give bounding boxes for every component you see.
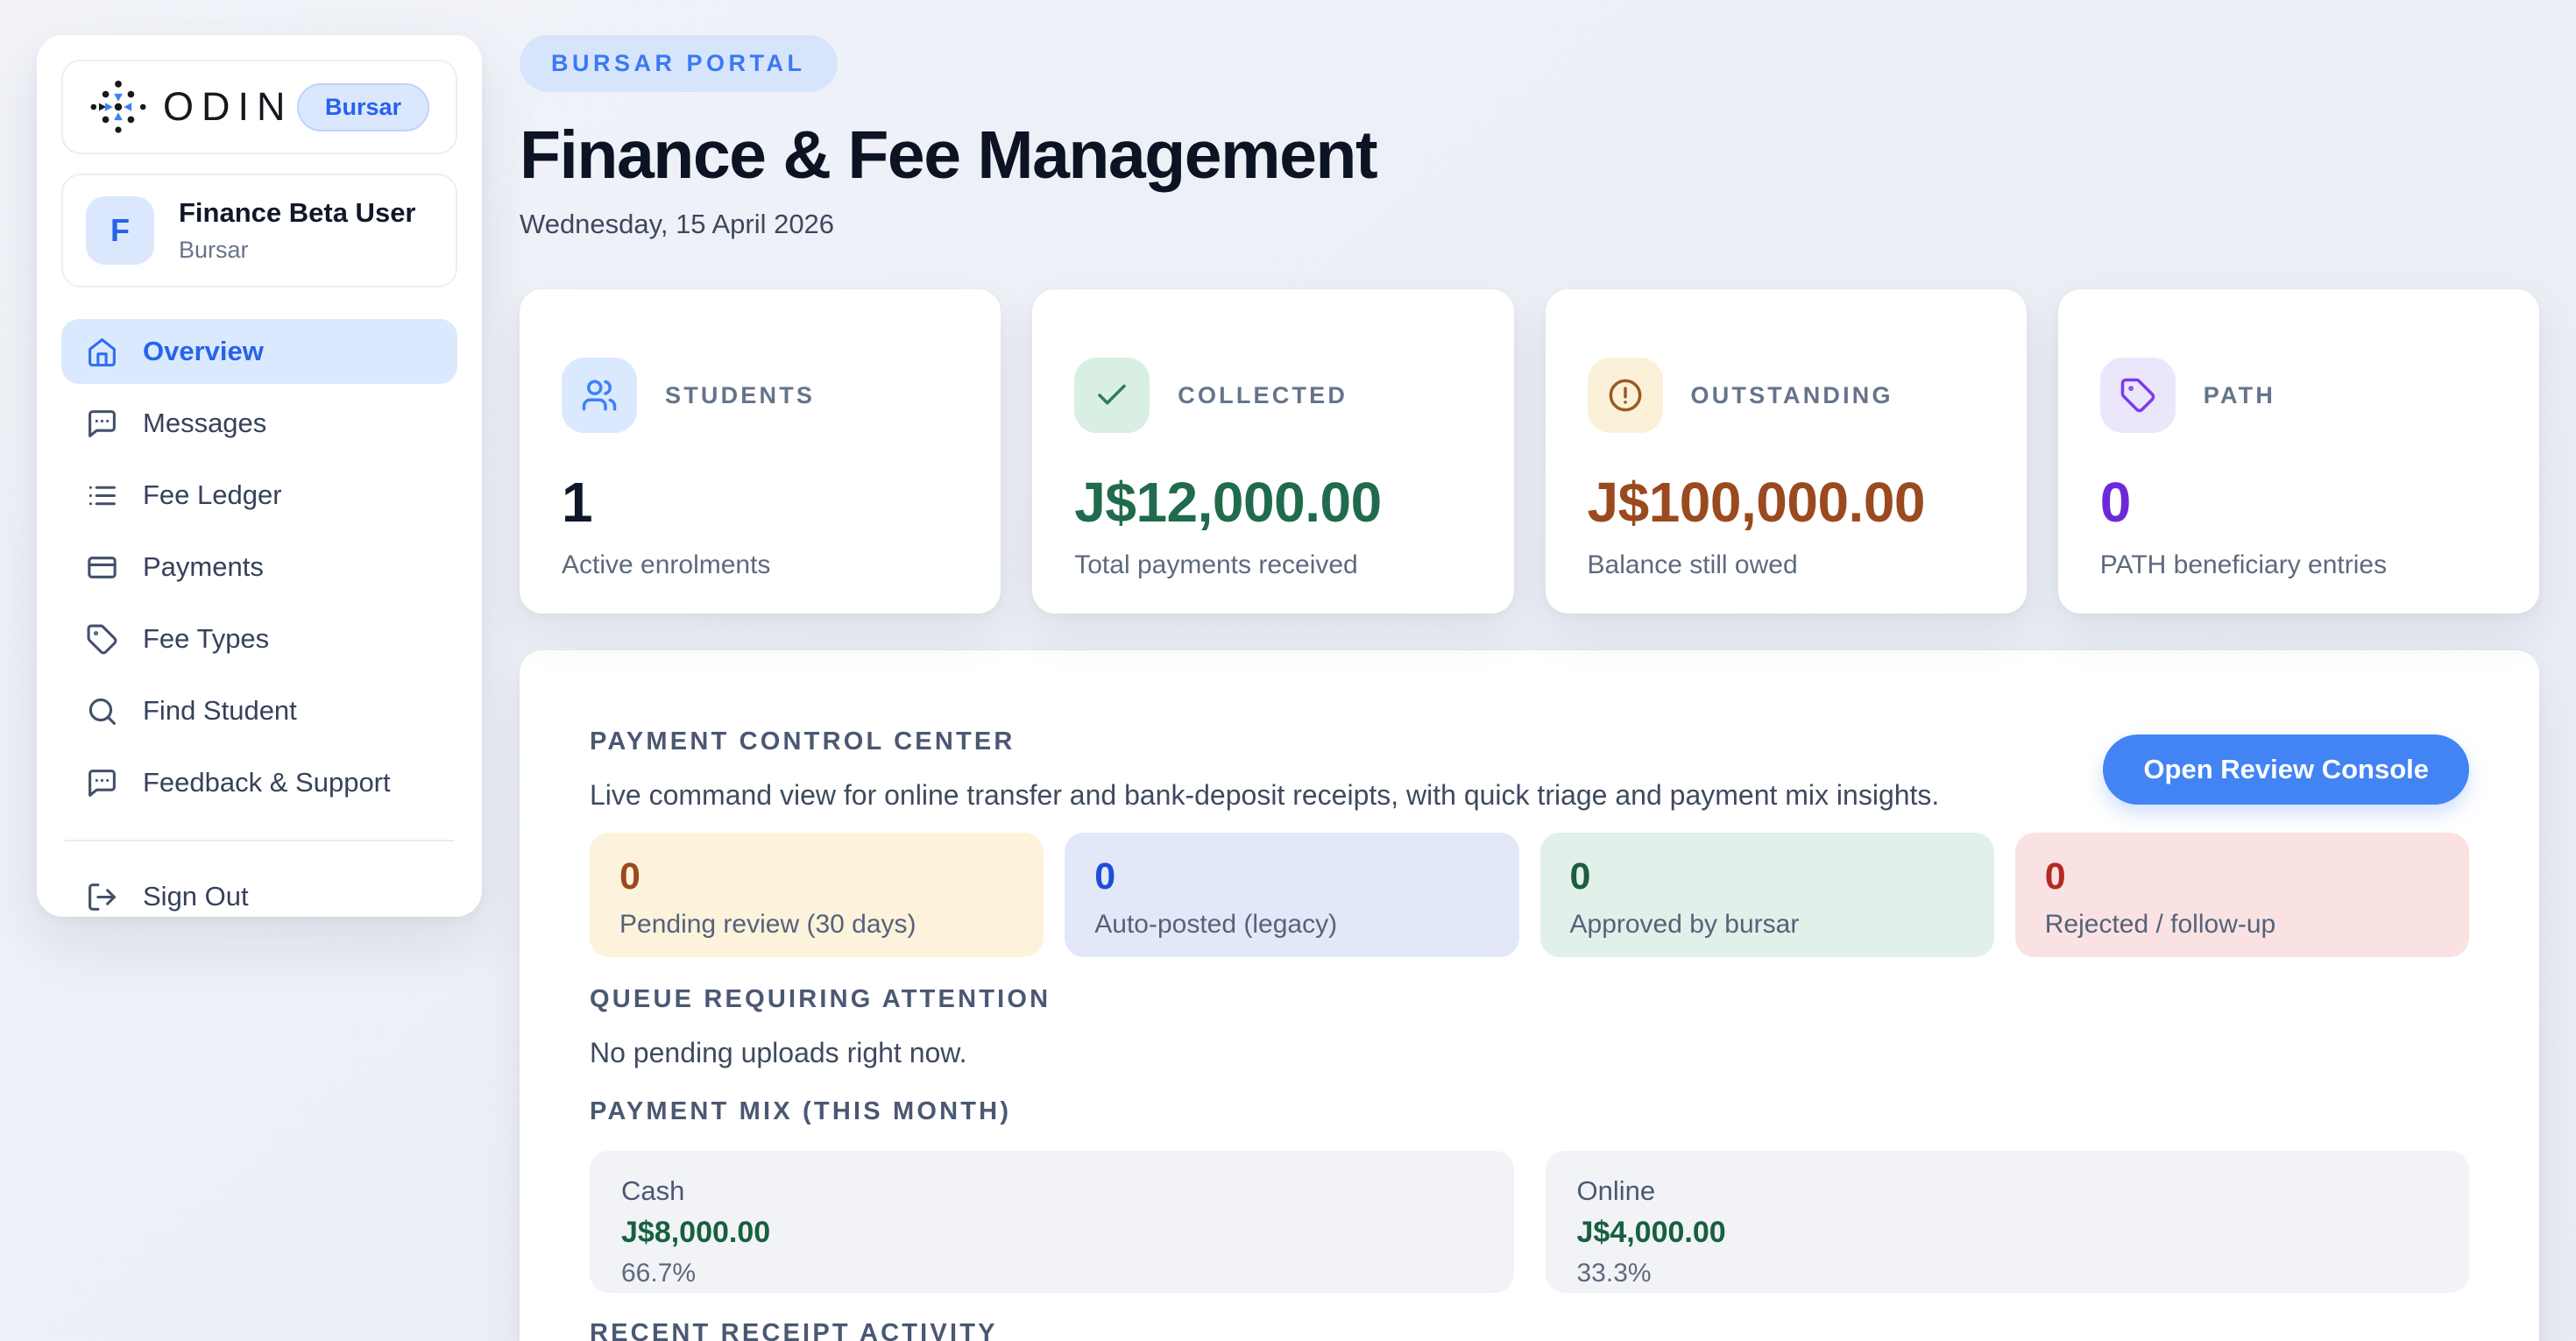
user-name: Finance Beta User [179,197,416,229]
panel-header: PAYMENT CONTROL CENTER Live command view… [590,727,2469,812]
stat-caption: Total payments received [1074,550,1471,580]
avatar: F [86,196,154,265]
stat-caption: Active enrolments [562,550,959,580]
tag-icon [2100,358,2176,433]
check-icon [1074,358,1150,433]
panel-description: Live command view for online transfer an… [590,779,1939,812]
sidebar-nav: Overview Messages Fee Ledger Payments Fe… [61,319,457,929]
stat-value: J$100,000.00 [1588,470,1985,535]
sidebar-item-fee-ledger[interactable]: Fee Ledger [61,463,457,528]
sidebar-item-overview[interactable]: Overview [61,319,457,384]
sidebar-item-label: Payments [143,551,264,583]
sidebar-item-payments[interactable]: Payments [61,535,457,600]
portal-badge: BURSAR PORTAL [520,35,838,92]
queue-value: 0 [1094,855,1489,898]
brand-role-badge: Bursar [297,83,429,131]
queue-value: 0 [2045,855,2439,898]
stat-card-students: STUDENTS 1 Active enrolments [520,289,1001,614]
stat-value: J$12,000.00 [1074,470,1471,535]
payment-mix-row: Cash J$8,000.00 66.7% Online J$4,000.00 … [590,1151,2469,1293]
message-icon [86,408,118,440]
stat-label: OUTSTANDING [1691,382,1893,409]
mix-method: Cash [621,1175,1483,1207]
sidebar-item-sign-out[interactable]: Sign Out [61,864,457,929]
stat-caption: Balance still owed [1588,550,1985,580]
stat-caption: PATH beneficiary entries [2100,550,2497,580]
user-role: Bursar [179,237,416,264]
sidebar-item-label: Overview [143,336,264,367]
stat-card-outstanding: OUTSTANDING J$100,000.00 Balance still o… [1546,289,2027,614]
queue-value: 0 [1570,855,1964,898]
stat-label: PATH [2204,382,2275,409]
queue-card-approved: 0 Approved by bursar [1540,833,1994,957]
page-title: Finance & Fee Management [520,117,2539,195]
queue-stats-row: 0 Pending review (30 days) 0 Auto-posted… [590,833,2469,957]
logout-icon [86,881,118,913]
user-meta: Finance Beta User Bursar [179,197,416,264]
stat-label: COLLECTED [1178,382,1348,409]
payment-control-center-panel: PAYMENT CONTROL CENTER Live command view… [520,650,2539,1341]
sidebar-item-label: Feedback & Support [143,767,391,798]
users-icon [562,358,637,433]
open-review-console-button[interactable]: Open Review Console [2103,734,2469,805]
mix-percent: 33.3% [1577,1259,2438,1288]
list-icon [86,479,118,512]
sidebar: ODIN Bursar F Finance Beta User Bursar O… [37,35,482,917]
stat-card-collected: COLLECTED J$12,000.00 Total payments rec… [1032,289,1513,614]
search-icon [86,695,118,727]
stat-value: 1 [562,470,959,535]
sidebar-item-label: Messages [143,408,266,439]
mix-card-cash: Cash J$8,000.00 66.7% [590,1151,1514,1293]
main-content: BURSAR PORTAL Finance & Fee Management W… [520,35,2539,1341]
queue-label: Pending review (30 days) [619,910,1014,940]
queue-label: Rejected / follow-up [2045,910,2439,940]
sidebar-item-label: Sign Out [143,881,249,912]
sidebar-divider [65,840,454,841]
queue-label: Auto-posted (legacy) [1094,910,1489,940]
sidebar-item-feedback-support[interactable]: Feedback & Support [61,750,457,815]
recent-receipt-activity-heading: RECENT RECEIPT ACTIVITY [590,1319,2469,1341]
tag-icon [86,623,118,656]
queue-value: 0 [619,855,1014,898]
queue-card-rejected: 0 Rejected / follow-up [2015,833,2469,957]
sidebar-item-label: Find Student [143,695,297,727]
sidebar-item-find-student[interactable]: Find Student [61,678,457,743]
brand-card: ODIN Bursar [61,60,457,154]
page-date: Wednesday, 15 April 2026 [520,209,2539,240]
queue-card-auto-posted: 0 Auto-posted (legacy) [1065,833,1518,957]
queue-label: Approved by bursar [1570,910,1964,940]
panel-heading: PAYMENT CONTROL CENTER [590,727,1939,756]
sidebar-item-label: Fee Ledger [143,479,282,511]
user-card: F Finance Beta User Bursar [61,174,457,287]
queue-attention-heading: QUEUE REQUIRING ATTENTION [590,985,2469,1014]
message-icon [86,767,118,799]
mix-amount: J$4,000.00 [1577,1216,2438,1250]
payment-mix-heading: PAYMENT MIX (THIS MONTH) [590,1097,2469,1126]
sidebar-item-label: Fee Types [143,623,269,655]
queue-empty-text: No pending uploads right now. [590,1037,2469,1069]
brand-name: ODIN [163,84,294,130]
mix-percent: 66.7% [621,1259,1483,1288]
mix-method: Online [1577,1175,2438,1207]
stat-card-path: PATH 0 PATH beneficiary entries [2058,289,2539,614]
stat-value: 0 [2100,470,2497,535]
stats-row: STUDENTS 1 Active enrolments COLLECTED J… [520,289,2539,614]
alert-circle-icon [1588,358,1663,433]
mix-card-online: Online J$4,000.00 33.3% [1546,1151,2470,1293]
credit-card-icon [86,551,118,584]
stat-label: STUDENTS [665,382,815,409]
odin-logo-icon [89,78,147,136]
queue-card-pending: 0 Pending review (30 days) [590,833,1044,957]
home-icon [86,336,118,368]
mix-amount: J$8,000.00 [621,1216,1483,1250]
brand-logo: ODIN [89,78,294,136]
sidebar-item-messages[interactable]: Messages [61,391,457,456]
sidebar-item-fee-types[interactable]: Fee Types [61,607,457,671]
